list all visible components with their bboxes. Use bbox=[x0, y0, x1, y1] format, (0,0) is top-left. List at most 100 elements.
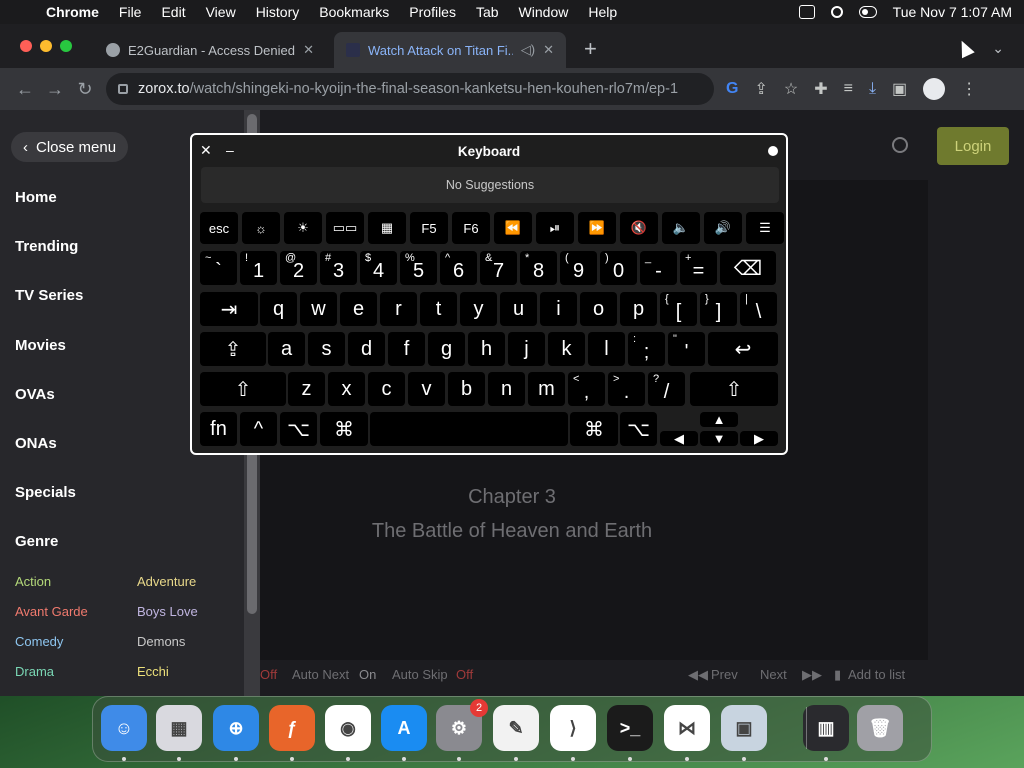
dock-safari[interactable]: ⊕ bbox=[213, 705, 259, 751]
key-command-left[interactable]: ⌘ bbox=[320, 412, 368, 446]
key-q[interactable]: q bbox=[260, 292, 297, 326]
key-e[interactable]: e bbox=[340, 292, 377, 326]
share-icon[interactable]: ⇪ bbox=[754, 79, 767, 99]
search-icon[interactable] bbox=[892, 137, 908, 153]
key-l[interactable]: l bbox=[588, 332, 625, 366]
dock-launchpad[interactable]: ▦ bbox=[156, 705, 202, 751]
key-fn-10[interactable]: 🔇 bbox=[620, 212, 658, 244]
key-num-9[interactable]: (9 bbox=[560, 251, 597, 285]
dock-firefox[interactable]: ƒ bbox=[269, 705, 315, 751]
key-fn-9[interactable]: ⏩ bbox=[578, 212, 616, 244]
menu-clock[interactable]: Tue Nov 7 1:07 AM bbox=[893, 4, 1012, 20]
key-q-13[interactable]: | \ bbox=[740, 292, 777, 326]
key-arrow-up[interactable]: ▲ bbox=[700, 412, 738, 427]
key-fn-4[interactable]: ▦ bbox=[368, 212, 406, 244]
nav-onas[interactable]: ONAs bbox=[15, 435, 57, 452]
dock-screenshot[interactable]: ▥ bbox=[803, 705, 849, 751]
auto-skip-label[interactable]: Auto Skip bbox=[392, 667, 448, 682]
menu-edit[interactable]: Edit bbox=[161, 4, 185, 20]
key-num-3[interactable]: #3 bbox=[320, 251, 357, 285]
key-z-10[interactable]: ? / bbox=[648, 372, 685, 406]
extensions-icon[interactable]: ✚ bbox=[814, 79, 827, 99]
key-f[interactable]: f bbox=[388, 332, 425, 366]
control-center-icon[interactable] bbox=[858, 6, 877, 18]
mute-tab-icon[interactable]: ◁) bbox=[521, 42, 535, 58]
dock-terminal[interactable]: >_ bbox=[607, 705, 653, 751]
dock-visual-studio[interactable]: ⋈ bbox=[664, 705, 710, 751]
key-arrow-right[interactable]: ▶ bbox=[740, 431, 778, 446]
key-arrow-left[interactable]: ◀ bbox=[660, 431, 698, 446]
key-fn-2[interactable]: ☀ bbox=[284, 212, 322, 244]
screen-mirroring-icon[interactable] bbox=[798, 5, 815, 19]
key-num-2[interactable]: @2 bbox=[280, 251, 317, 285]
dock-textedit[interactable]: ✎ bbox=[493, 705, 539, 751]
key-p[interactable]: p bbox=[620, 292, 657, 326]
key-fn-3[interactable]: ▭▭ bbox=[326, 212, 364, 244]
menu-tab[interactable]: Tab bbox=[476, 4, 499, 20]
key-v[interactable]: v bbox=[408, 372, 445, 406]
key-delete[interactable]: ⌫ bbox=[720, 251, 776, 285]
key-w[interactable]: w bbox=[300, 292, 337, 326]
nav-specials[interactable]: Specials bbox=[15, 484, 76, 501]
key-y[interactable]: y bbox=[460, 292, 497, 326]
key-c[interactable]: c bbox=[368, 372, 405, 406]
add-to-list-button[interactable]: Add to list bbox=[848, 667, 905, 682]
nav-home[interactable]: Home bbox=[15, 189, 57, 206]
nav-trending[interactable]: Trending bbox=[15, 238, 78, 255]
address-bar[interactable]: zorox.to /watch/shingeki-no-kyoijn-the-f… bbox=[106, 73, 714, 105]
close-tab-icon[interactable]: ✕ bbox=[543, 42, 554, 58]
dock-system-settings[interactable]: ⚙ 2 bbox=[436, 699, 488, 751]
nav-ovas[interactable]: OVAs bbox=[15, 386, 55, 403]
tab-e2guardian[interactable]: E2Guardian - Access Denied ✕ bbox=[94, 32, 326, 68]
key-option-right[interactable]: ⌥ bbox=[620, 412, 657, 446]
key-return[interactable]: ↩ bbox=[708, 332, 778, 366]
genre-adventure[interactable]: Adventure bbox=[137, 574, 196, 589]
download-icon[interactable]: ⤓ bbox=[869, 80, 876, 98]
minimize-window-button[interactable] bbox=[40, 40, 52, 52]
auto-next-label[interactable]: Auto Next bbox=[292, 667, 349, 682]
side-panel-icon[interactable]: ▣ bbox=[892, 79, 907, 99]
genre-ecchi[interactable]: Ecchi bbox=[137, 664, 169, 679]
dock-app-store[interactable]: A bbox=[381, 705, 427, 751]
back-button[interactable]: ← bbox=[10, 79, 40, 100]
nav-tv-series[interactable]: TV Series bbox=[15, 287, 83, 304]
key-num-10[interactable]: ) 0 bbox=[600, 251, 637, 285]
lock-icon[interactable] bbox=[118, 84, 128, 94]
key-fn-8[interactable]: ⏯ bbox=[536, 212, 574, 244]
key-tab[interactable]: ⇥ bbox=[200, 292, 258, 326]
key-h[interactable]: h bbox=[468, 332, 505, 366]
key-z-8[interactable]: <, bbox=[568, 372, 605, 406]
prev-button[interactable]: Prev bbox=[711, 667, 738, 682]
key-fn[interactable]: fn bbox=[200, 412, 237, 446]
key-a-11[interactable]: " ' bbox=[668, 332, 705, 366]
key-m[interactable]: m bbox=[528, 372, 565, 406]
profile-avatar[interactable] bbox=[923, 78, 946, 100]
key-fn-7[interactable]: ⏪ bbox=[494, 212, 532, 244]
key-i[interactable]: i bbox=[540, 292, 577, 326]
dock-trash[interactable]: 🗑 bbox=[857, 705, 903, 751]
menu-history[interactable]: History bbox=[256, 4, 300, 20]
dock-finder[interactable]: ☺ bbox=[101, 705, 147, 751]
key-z[interactable]: z bbox=[288, 372, 325, 406]
key-a-10[interactable]: :; bbox=[628, 332, 665, 366]
genre-boys-love[interactable]: Boys Love bbox=[137, 604, 198, 619]
genre-action[interactable]: Action bbox=[15, 574, 51, 589]
key-k[interactable]: k bbox=[548, 332, 585, 366]
key-control[interactable]: ^ bbox=[240, 412, 277, 446]
auto-skip-state[interactable]: Off bbox=[456, 667, 473, 682]
key-q-12[interactable]: }] bbox=[700, 292, 737, 326]
more-menu-icon[interactable]: ⋮ bbox=[961, 79, 977, 99]
key-o[interactable]: o bbox=[580, 292, 617, 326]
menu-view[interactable]: View bbox=[206, 4, 236, 20]
key-a[interactable]: a bbox=[268, 332, 305, 366]
spotlight-search-icon[interactable] bbox=[830, 6, 843, 18]
menu-file[interactable]: File bbox=[119, 4, 142, 20]
key-g[interactable]: g bbox=[428, 332, 465, 366]
menu-bookmarks[interactable]: Bookmarks bbox=[319, 4, 389, 20]
key-r[interactable]: r bbox=[380, 292, 417, 326]
key-shift-right[interactable]: ⇧ bbox=[690, 372, 778, 406]
key-fn-13[interactable]: ☰ bbox=[746, 212, 784, 244]
key-q-11[interactable]: {[ bbox=[660, 292, 697, 326]
keyboard-options-icon[interactable] bbox=[768, 146, 778, 156]
genre-avant-garde[interactable]: Avant Garde bbox=[15, 604, 88, 619]
